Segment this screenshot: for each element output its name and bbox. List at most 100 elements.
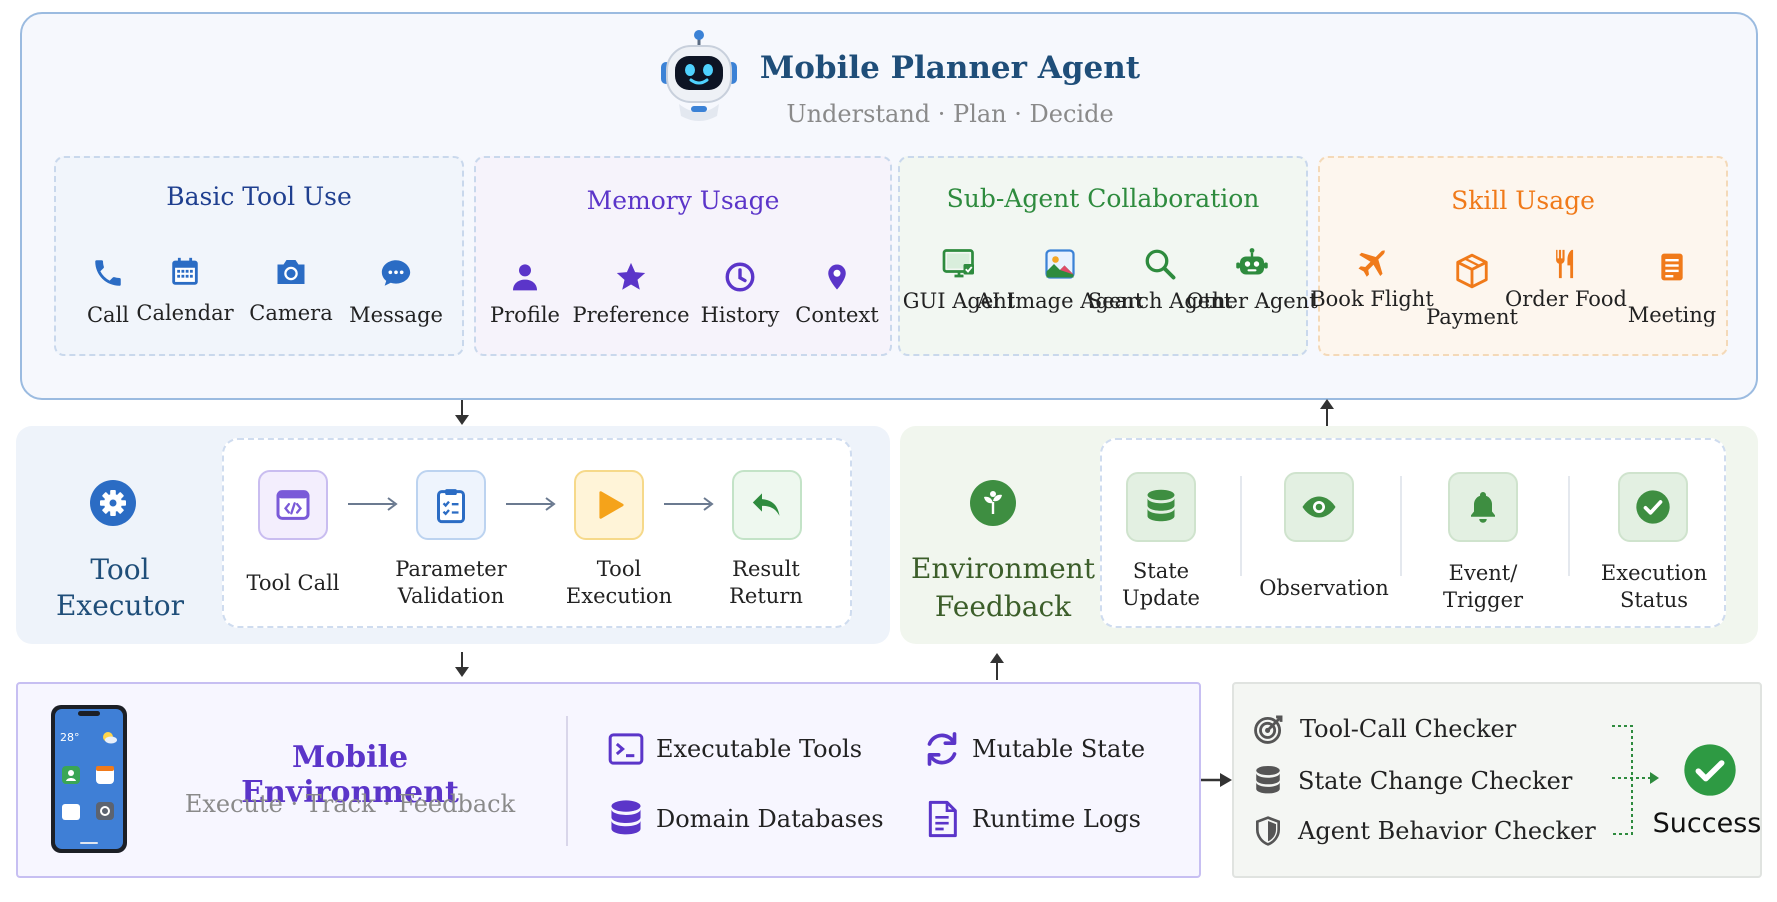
memory-history: History: [700, 260, 780, 328]
fork-knife-icon: [1549, 246, 1583, 282]
feature-executable-tools: Executable Tools: [606, 729, 862, 769]
calendar-icon: [168, 254, 202, 290]
event-trigger-box: [1448, 472, 1518, 542]
flow-arrow-2: [504, 494, 558, 514]
state-update-label: State Update: [1122, 559, 1200, 611]
state-update-box: [1126, 472, 1196, 542]
environment-feedback-title: Environment Feedback: [911, 552, 1095, 623]
divider: [566, 716, 568, 846]
skill-usage-box: Skill Usage Book Flight Payment Order Fo…: [1310, 156, 1728, 356]
result-return-label: Result Return: [729, 557, 803, 609]
arrow-down-planner-to-executor: [452, 400, 472, 426]
terminal-icon: [606, 729, 646, 769]
return-arrow-icon: [747, 485, 787, 525]
location-pin-icon: [822, 260, 852, 294]
tool-calendar: Calendar: [136, 254, 234, 326]
arrow-right-environment-to-checkers: [1200, 771, 1234, 789]
memory-preference-label: Preference: [572, 303, 690, 327]
database-icon: [1252, 764, 1284, 798]
feature-runtime-logs: Runtime Logs: [922, 798, 1141, 840]
separator: [1240, 476, 1242, 576]
tool-call-label: Call: [86, 303, 130, 327]
event-trigger-label: Event/ Trigger: [1442, 561, 1524, 613]
smartphone-icon: 28°: [50, 704, 128, 854]
database-icon: [606, 798, 646, 840]
tool-message: Message: [346, 256, 446, 328]
sprout-icon: [968, 478, 1018, 528]
flow-arrow-1: [346, 494, 400, 514]
document-icon: [1656, 248, 1688, 286]
tool-call-label: Tool Call: [246, 571, 340, 595]
other-agent: Other Agent: [1186, 246, 1318, 314]
skill-usage-title: Skill Usage: [1451, 186, 1595, 215]
mobile-environment-subtitle: Execute · Track · Feedback: [184, 790, 516, 818]
arrow-up-feedback-to-planner: [1317, 398, 1337, 426]
refresh-icon: [922, 729, 962, 769]
skill-book-flight-label: Book Flight: [1310, 287, 1434, 311]
feature-domain-databases: Domain Databases: [606, 798, 884, 840]
phone-time: 28°: [60, 731, 80, 744]
target-icon: [1252, 712, 1286, 746]
feature-label: Domain Databases: [656, 805, 884, 833]
robot-head-icon: [1234, 246, 1270, 282]
skill-meeting: Meeting: [1620, 248, 1724, 328]
memory-context: Context: [792, 260, 882, 328]
observation-box: [1284, 472, 1354, 542]
parameter-validation-step-box: [416, 470, 486, 540]
tool-message-label: Message: [349, 303, 443, 327]
tool-calendar-label: Calendar: [136, 301, 234, 325]
tool-execution-label: Tool Execution: [565, 557, 673, 609]
tool-call-step-box: [258, 470, 328, 540]
skill-book-flight: Book Flight: [1310, 246, 1434, 312]
execution-status-box: [1618, 472, 1688, 542]
person-icon: [509, 260, 541, 294]
phone-icon: [91, 256, 125, 290]
skill-order-food-label: Order Food: [1505, 287, 1627, 311]
sub-agent-collaboration-title: Sub-Agent Collaboration: [946, 184, 1260, 213]
bell-icon: [1465, 487, 1501, 527]
tool-execution-step-box: [574, 470, 644, 540]
memory-usage-title: Memory Usage: [586, 186, 780, 215]
arrow-down-executor-to-environment: [452, 652, 472, 678]
separator: [1400, 476, 1402, 576]
image-icon: [1042, 246, 1078, 282]
feature-mutable-state: Mutable State: [922, 729, 1145, 769]
database-icon: [1143, 487, 1179, 527]
execution-status-label: Execution Status: [1600, 561, 1708, 613]
memory-context-label: Context: [795, 303, 879, 327]
gear-icon: [88, 478, 138, 528]
clipboard-check-icon: [431, 485, 471, 525]
star-icon: [614, 260, 648, 294]
feature-label: Executable Tools: [656, 735, 863, 763]
tool-camera: Camera: [246, 254, 336, 326]
code-window-icon: [273, 485, 313, 525]
sub-agent-collaboration-box: Sub-Agent Collaboration GUI Agent AI Ima…: [898, 156, 1318, 356]
separator: [1568, 476, 1570, 576]
search-icon: [1142, 246, 1178, 282]
checker-label: State Change Checker: [1298, 767, 1573, 795]
tool-call-checker: Tool-Call Checker: [1252, 712, 1516, 746]
observation-label: Observation: [1259, 576, 1389, 600]
eye-icon: [1298, 489, 1340, 525]
planner-title: Mobile Planner Agent: [759, 50, 1141, 86]
success-check-icon: [1682, 742, 1738, 798]
memory-profile-label: Profile: [490, 303, 560, 327]
feature-label: Runtime Logs: [972, 805, 1141, 833]
agent-behavior-checker: Agent Behavior Checker: [1252, 814, 1596, 848]
arrow-up-environment-to-feedback: [987, 652, 1007, 680]
result-return-step-box: [732, 470, 802, 540]
feature-label: Mutable State: [972, 735, 1146, 763]
basic-tool-use-title: Basic Tool Use: [166, 182, 352, 211]
check-circle-icon: [1633, 487, 1673, 527]
memory-profile: Profile: [490, 260, 560, 328]
clock-icon: [723, 260, 757, 294]
parameter-validation-label: Parameter Validation: [395, 557, 507, 609]
shield-icon: [1252, 814, 1284, 848]
tool-call: Call: [78, 256, 138, 328]
airplane-icon: [1353, 246, 1391, 282]
state-change-checker: State Change Checker: [1252, 764, 1572, 798]
message-icon: [379, 256, 413, 290]
flow-arrow-3: [662, 494, 716, 514]
basic-tool-use-box: Basic Tool Use Call Calendar Camera Mess…: [54, 156, 464, 356]
skill-meeting-label: Meeting: [1627, 303, 1717, 327]
